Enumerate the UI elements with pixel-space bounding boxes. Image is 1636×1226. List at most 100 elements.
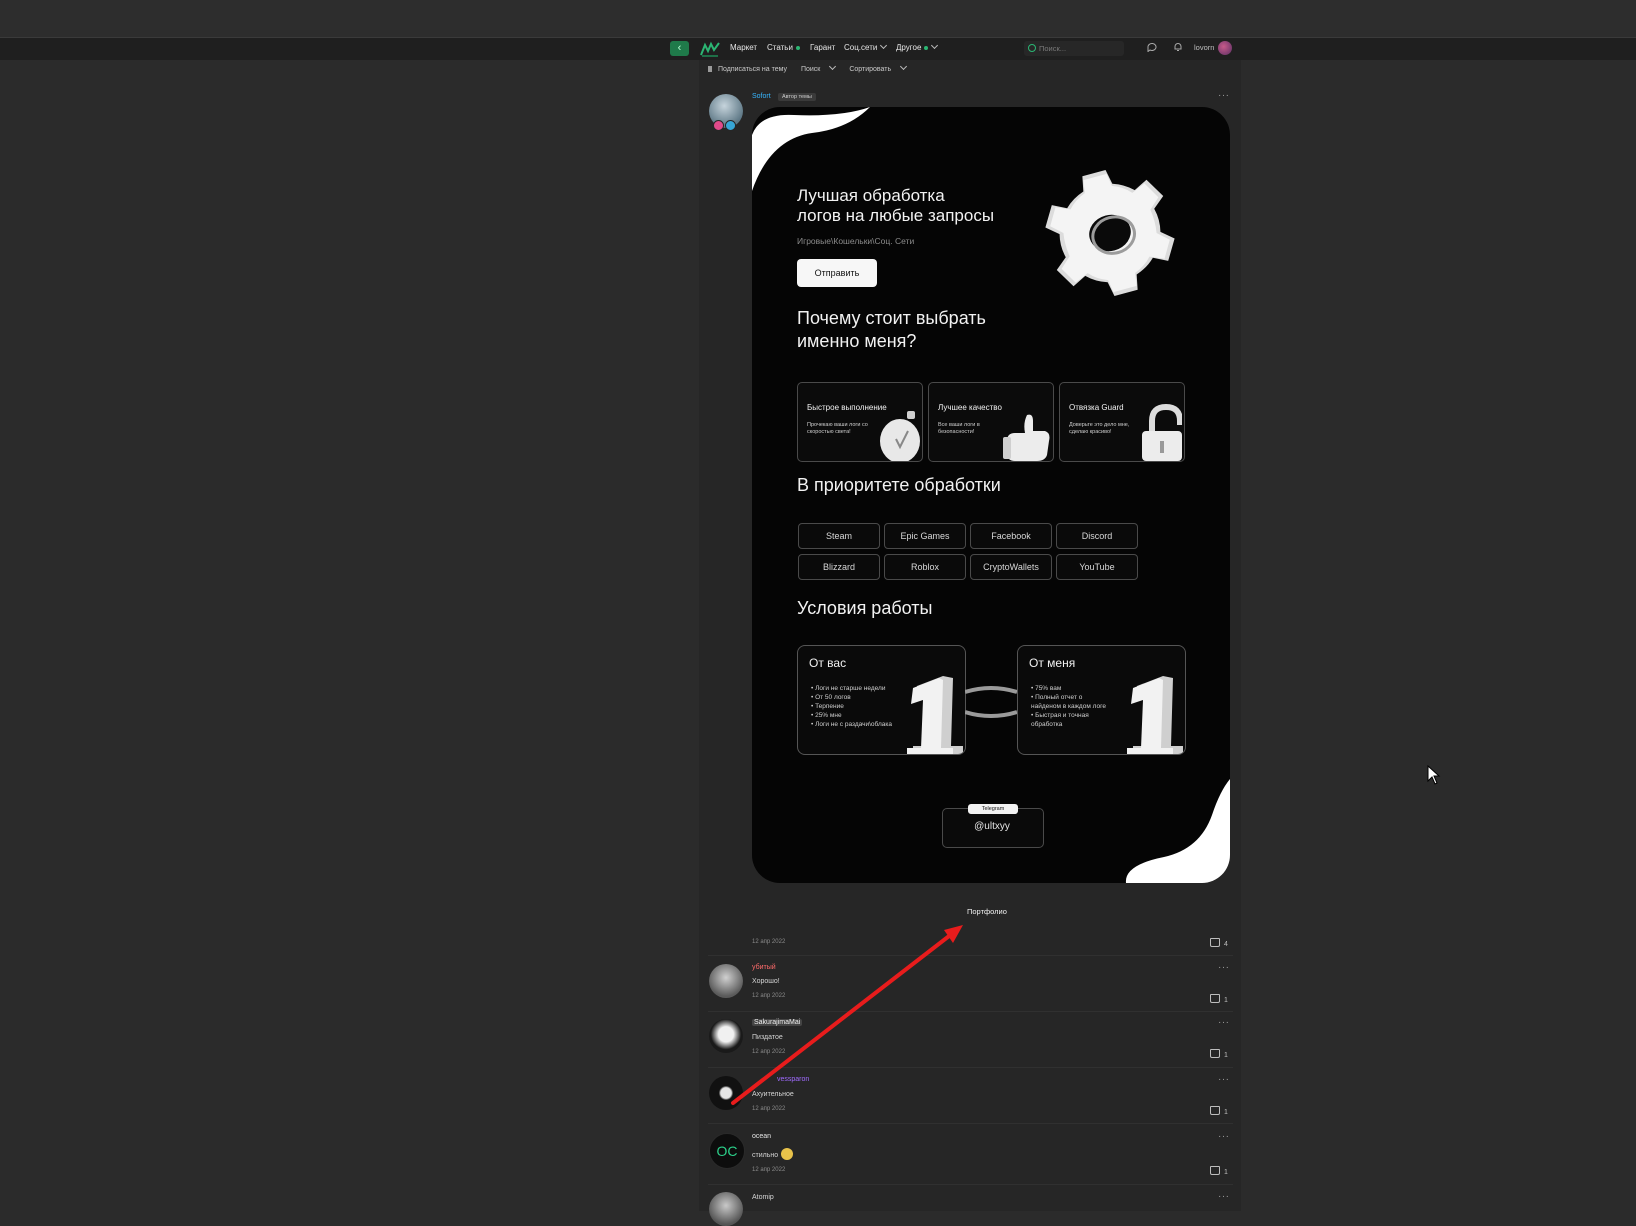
- thumbs-up-icon: [1210, 994, 1220, 1003]
- thread-search-button[interactable]: Поиск: [800, 62, 841, 73]
- from-me-title: От меня: [1029, 656, 1076, 670]
- new-dot-icon: [924, 45, 929, 50]
- chevron-down-icon: [931, 41, 939, 50]
- user-avatar[interactable]: [1218, 41, 1232, 55]
- verified-badge-icon: [725, 120, 736, 131]
- more-options-icon[interactable]: ···: [1218, 1074, 1230, 1085]
- like-count: 1: [1224, 1109, 1228, 1116]
- thread-toolbar: Подписаться на тему Поиск Сортировать: [708, 62, 918, 73]
- divider: [708, 1011, 1233, 1012]
- like-count: 1: [1224, 1169, 1228, 1176]
- tag-blizzard: Blizzard: [798, 554, 880, 580]
- comment-date[interactable]: 12 апр 2022: [752, 1049, 785, 1055]
- chevron-down-icon: [880, 41, 888, 50]
- priority-heading: В приоритете обработки: [797, 475, 1001, 495]
- more-options-icon[interactable]: ···: [1218, 90, 1230, 101]
- tag-roblox: Roblox: [884, 554, 966, 580]
- why-me-heading: Почему стоит выбрать именно меня?: [797, 307, 986, 353]
- smile-emoji-icon: [781, 1148, 794, 1160]
- comment-like-button[interactable]: 1: [1210, 994, 1228, 1004]
- more-options-icon[interactable]: ···: [1218, 962, 1230, 973]
- search-input[interactable]: Поиск...: [1024, 41, 1124, 56]
- list-item: • Логи не с раздачи\облака: [811, 721, 892, 728]
- tag-cryptowallets: CryptoWallets: [970, 554, 1052, 580]
- comment-username[interactable]: Atomip: [752, 1194, 774, 1201]
- divider: [708, 1123, 1233, 1124]
- tag-steam: Steam: [798, 523, 880, 549]
- telegram-handle: @ultxyy: [974, 821, 1010, 832]
- op-post-date[interactable]: 12 апр 2022: [752, 939, 785, 945]
- comment-like-button[interactable]: 1: [1210, 1106, 1228, 1116]
- thread-search-label: Поиск: [800, 66, 821, 73]
- comment-like-button[interactable]: 1: [1210, 1049, 1228, 1059]
- forum-logo-icon[interactable]: [700, 41, 720, 57]
- avatar[interactable]: [709, 964, 743, 998]
- feature-desc: Все ваши логи в безопасности!: [938, 422, 980, 435]
- nav-articles[interactable]: Статьи: [767, 43, 800, 52]
- divider: [708, 1067, 1233, 1068]
- nav-market[interactable]: Маркет: [730, 43, 757, 52]
- forum-navbar: ‹ Маркет Статьи Гарант Соц.сети Другое П…: [0, 38, 1636, 60]
- subscribe-label: Подписаться на тему: [718, 66, 787, 73]
- comment-date[interactable]: 12 апр 2022: [752, 1167, 785, 1173]
- comment-like-button[interactable]: 1: [1210, 1166, 1228, 1176]
- username-label[interactable]: lovorn: [1194, 43, 1214, 52]
- more-options-icon[interactable]: ···: [1218, 1017, 1230, 1028]
- list-item: найденом в каждом логе: [1031, 703, 1106, 710]
- comment-username[interactable]: SakurajimaMai: [752, 1019, 803, 1026]
- bell-icon[interactable]: [1173, 42, 1183, 52]
- list-item: • Логи не старше недели: [811, 685, 886, 692]
- more-options-icon[interactable]: ···: [1218, 1131, 1230, 1142]
- nav-guarantor[interactable]: Гарант: [810, 43, 835, 52]
- feature-title: Лучшее качество: [938, 403, 1002, 412]
- stopwatch-icon: [880, 411, 920, 461]
- from-you-list: • Логи не старше недели • От 50 логов • …: [811, 684, 911, 729]
- avatar[interactable]: OC: [709, 1133, 745, 1169]
- list-item: • Быстрая и точная: [1031, 712, 1089, 719]
- more-options-icon[interactable]: ···: [1218, 1191, 1230, 1202]
- why-me-line-2: именно меня?: [797, 331, 917, 351]
- tag-youtube: YouTube: [1056, 554, 1138, 580]
- nav-other[interactable]: Другое: [896, 41, 939, 52]
- sort-button[interactable]: Сортировать: [849, 62, 912, 73]
- banner-title-line-1: Лучшая обработка: [797, 186, 945, 205]
- chat-icon[interactable]: [1147, 42, 1157, 52]
- like-count: 4: [1224, 941, 1228, 948]
- avatar[interactable]: [709, 1076, 743, 1110]
- comment-date[interactable]: 12 апр 2022: [752, 1106, 785, 1112]
- search-icon: [1028, 44, 1036, 52]
- comment-username[interactable]: vessparon: [777, 1076, 809, 1083]
- mouse-cursor-icon: [1427, 765, 1441, 785]
- like-count: 1: [1224, 1052, 1228, 1059]
- back-button[interactable]: ‹: [670, 41, 689, 56]
- tag-facebook: Facebook: [970, 523, 1052, 549]
- avatar[interactable]: [709, 1019, 743, 1053]
- why-me-line-1: Почему стоит выбрать: [797, 308, 986, 328]
- thumbs-up-icon: [1210, 1166, 1220, 1175]
- from-you-title: От вас: [809, 656, 847, 670]
- sort-label: Сортировать: [849, 66, 892, 73]
- op-username[interactable]: Sofort: [752, 93, 771, 100]
- subscribe-thread-button[interactable]: Подписаться на тему: [708, 66, 793, 73]
- conditions-from-me-card: От меня • 75% вам • Полный отчет о найде…: [1017, 645, 1186, 755]
- comment-date[interactable]: 12 апр 2022: [752, 993, 785, 999]
- feature-card-quality: Лучшее качество Все ваши логи в безопасн…: [928, 382, 1054, 462]
- avatar[interactable]: [709, 1192, 743, 1226]
- comment-username[interactable]: убитый: [752, 964, 776, 971]
- thumbs-up-icon: [1003, 414, 1050, 461]
- comment-username[interactable]: ocean: [752, 1133, 771, 1140]
- conditions-from-you-card: От вас • Логи не старше недели • От 50 л…: [797, 645, 966, 755]
- list-item: обработка: [1031, 721, 1063, 728]
- heart-badge-icon: [713, 120, 724, 131]
- feature-desc: Прочекаю ваши логи со скоростью света!: [807, 422, 868, 435]
- new-dot-icon: [795, 45, 800, 50]
- banner-subtitle: Игровые\Кошельки\Соц. Сети: [797, 236, 915, 246]
- bookmark-icon: [708, 66, 712, 72]
- list-item: • От 50 логов: [811, 694, 851, 701]
- nav-social[interactable]: Соц.сети: [844, 41, 888, 52]
- nav-other-label: Другое: [896, 43, 922, 52]
- like-count: 1: [1224, 997, 1228, 1004]
- op-like-button[interactable]: 4: [1210, 938, 1228, 948]
- portfolio-link[interactable]: Портфолио: [967, 907, 1007, 916]
- list-item: • Терпение: [811, 703, 844, 710]
